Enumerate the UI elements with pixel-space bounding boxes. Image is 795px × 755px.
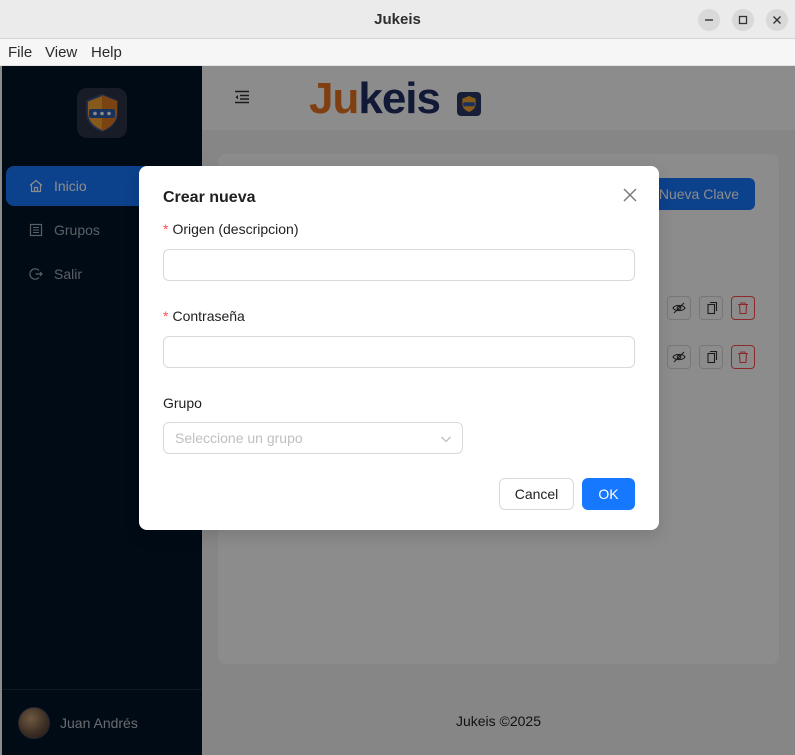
password-input[interactable] <box>163 336 635 368</box>
menu-help[interactable]: Help <box>91 44 122 61</box>
modal-title: Crear nueva <box>163 189 256 206</box>
minimize-button[interactable] <box>698 9 720 31</box>
menu-view[interactable]: View <box>45 44 77 61</box>
title-bar: Jukeis <box>0 0 795 39</box>
group-select[interactable]: Seleccione un grupo <box>163 422 463 454</box>
maximize-icon <box>738 15 748 25</box>
group-label: Grupo <box>163 395 202 411</box>
origin-label: * Origen (descripcion) <box>163 221 299 237</box>
close-icon <box>623 188 637 202</box>
minimize-icon <box>705 19 713 21</box>
create-modal: Crear nueva * Origen (descripcion) * Contr… <box>139 166 659 530</box>
menu-file[interactable]: File <box>8 44 32 61</box>
password-label: * Contraseña <box>163 308 245 324</box>
maximize-button[interactable] <box>732 9 754 31</box>
close-icon <box>773 16 781 24</box>
ok-button[interactable]: OK <box>582 478 635 510</box>
required-mark: * <box>163 308 169 324</box>
menu-bar: File View Help <box>0 39 795 66</box>
chevron-down-icon <box>441 436 451 443</box>
window-title: Jukeis <box>374 11 421 28</box>
group-select-placeholder: Seleccione un grupo <box>175 430 303 446</box>
modal-close-button[interactable] <box>619 184 641 206</box>
origin-input[interactable] <box>163 249 635 281</box>
cancel-button[interactable]: Cancel <box>499 478 574 510</box>
close-window-button[interactable] <box>766 9 788 31</box>
required-mark: * <box>163 221 169 237</box>
